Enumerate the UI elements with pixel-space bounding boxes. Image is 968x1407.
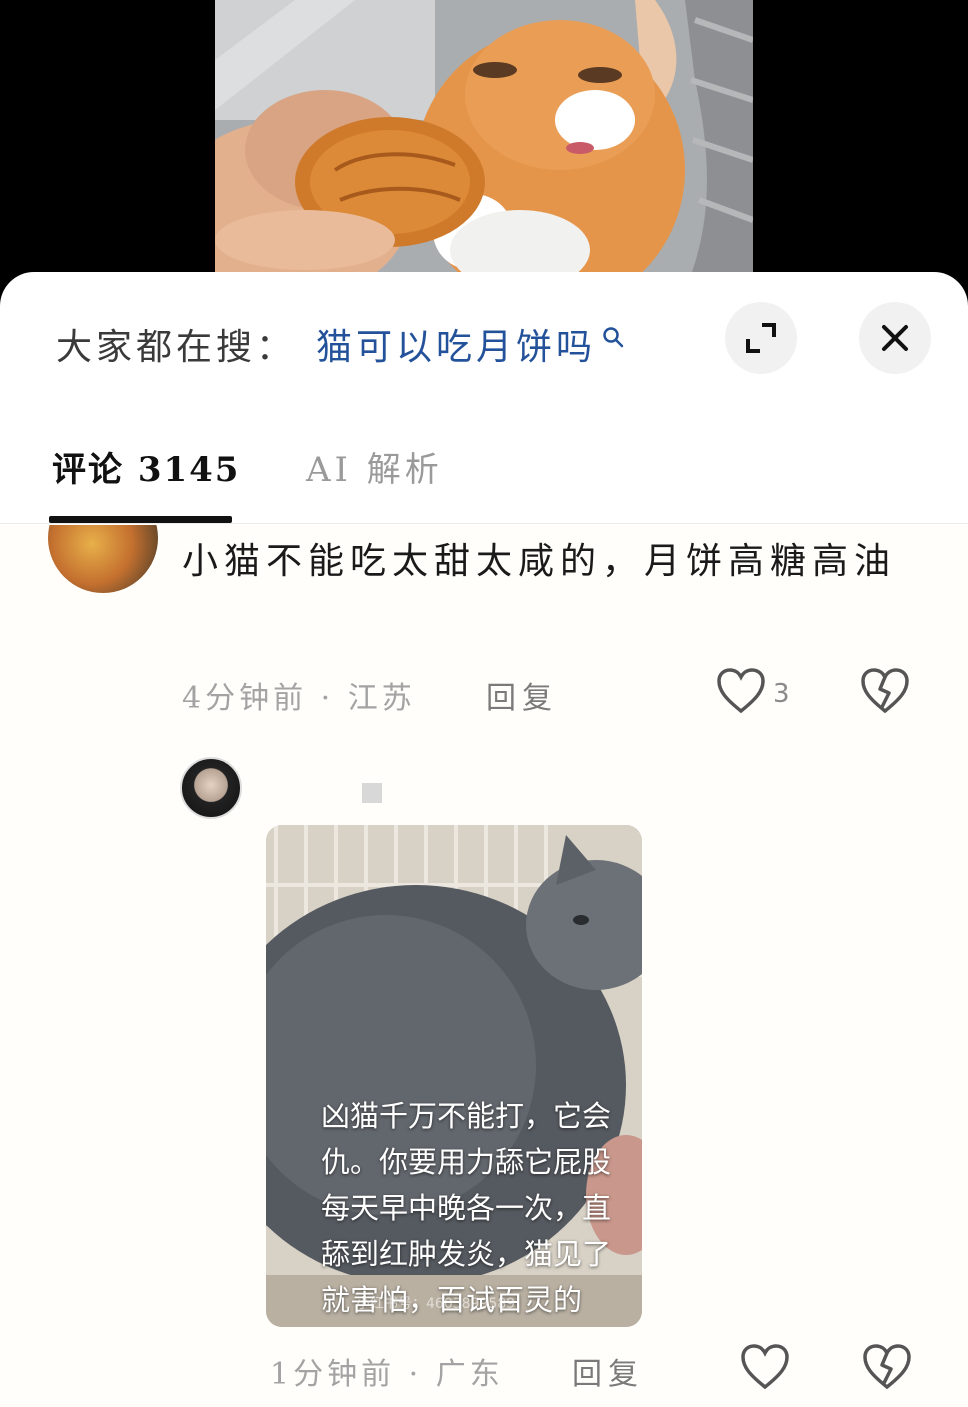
- expand-icon: [746, 323, 776, 353]
- tabs-divider: [0, 523, 968, 524]
- video-thumbnail-cat-mooncake: [215, 0, 753, 290]
- avatar[interactable]: [180, 757, 242, 819]
- like-count: 3: [773, 679, 790, 709]
- active-tab-indicator: [49, 516, 232, 523]
- comment-meta: 1分钟前 · 广东: [270, 1357, 504, 1392]
- heart-icon: [717, 668, 765, 714]
- close-button[interactable]: [859, 302, 931, 374]
- comment-image[interactable]: 凶猫千万不能打，它会 仇。你要用力舔它屁股 每天早中晚各一次，直 舔到红肿发炎，…: [266, 825, 642, 1327]
- dislike-button[interactable]: [862, 1343, 912, 1395]
- like-button[interactable]: [716, 667, 766, 719]
- comment-meta: 4分钟前 · 江苏: [182, 681, 416, 716]
- dislike-button[interactable]: [860, 667, 910, 719]
- reply-button[interactable]: 回复: [486, 673, 558, 717]
- image-overlay-text: 凶猫千万不能打，它会 仇。你要用力舔它屁股 每天早中晚各一次，直 舔到红肿发炎，…: [321, 1099, 612, 1317]
- comment-list[interactable]: 小猫不能吃太甜太咸的，月饼高糖高油 4分钟前 · 江苏 回复 3 凶猫千万不能打…: [0, 525, 968, 1407]
- tab-comments[interactable]: 评论 3145: [52, 442, 240, 491]
- broken-heart-icon: [863, 1344, 911, 1390]
- username-placeholder: [362, 783, 382, 803]
- heart-icon: [741, 1344, 789, 1390]
- comments-sheet: 大家都在搜： 猫可以吃月饼吗 评论 3145 AI 解析 小猫不能吃太甜太咸的，…: [0, 272, 968, 1407]
- like-button[interactable]: [740, 1343, 790, 1395]
- expand-button[interactable]: [725, 302, 797, 374]
- tab-ai-analysis[interactable]: AI 解析: [306, 442, 443, 491]
- comment-text: 小猫不能吃太甜太咸的，月饼高糖高油: [182, 541, 897, 582]
- video-frame[interactable]: [215, 0, 753, 290]
- search-suggestion[interactable]: 大家都在搜： 猫可以吃月饼吗: [56, 314, 624, 374]
- close-icon: [882, 325, 908, 351]
- image-watermark: 小红书号：4603899589: [356, 1296, 516, 1312]
- search-icon: [602, 316, 624, 357]
- avatar[interactable]: [48, 525, 158, 593]
- reply-button[interactable]: 回复: [572, 1349, 644, 1393]
- tab-bar: 评论 3145 AI 解析: [0, 432, 968, 524]
- video-player[interactable]: [0, 0, 968, 290]
- search-term-link[interactable]: 猫可以吃月饼吗: [316, 318, 596, 370]
- search-prefix: 大家都在搜：: [56, 327, 297, 368]
- broken-heart-icon: [861, 668, 909, 714]
